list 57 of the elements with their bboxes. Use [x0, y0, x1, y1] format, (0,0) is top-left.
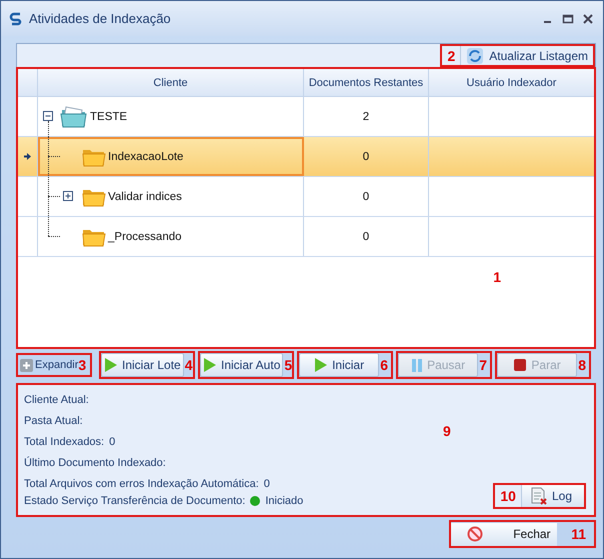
- table-cell: 0: [362, 150, 370, 162]
- table-cell: 0: [362, 190, 370, 202]
- play-icon: [104, 357, 118, 373]
- callout-number: 4: [184, 357, 194, 373]
- field-label: Último Documento Indexado:: [24, 456, 166, 468]
- table-cell: 2: [362, 110, 370, 122]
- callout-number: 8: [577, 357, 587, 373]
- action-button[interactable]: Iniciar: [299, 353, 380, 377]
- expand-icon[interactable]: [63, 191, 73, 201]
- callout-number: 2: [446, 48, 456, 64]
- field-label: Pasta Atual:: [24, 414, 83, 426]
- table-cell: 0: [362, 230, 370, 242]
- plus-icon: [20, 358, 33, 372]
- callout-number: 9: [442, 423, 452, 439]
- folder-name: _Processando: [108, 230, 182, 242]
- field-value: 0: [109, 436, 116, 448]
- callout-number: 11: [570, 526, 587, 542]
- callout-number: 5: [283, 357, 294, 373]
- table-row[interactable]: Validar indices 0: [18, 177, 594, 217]
- callout-number: 3: [78, 357, 88, 373]
- callout-number: 10: [499, 488, 517, 504]
- log-document-icon: [530, 487, 548, 505]
- log-button[interactable]: Log: [520, 485, 584, 507]
- pause-icon: [411, 358, 424, 372]
- field-label: Total Indexados:: [24, 436, 104, 448]
- table-row[interactable]: _Processando 0: [18, 217, 594, 257]
- folder-icon: [60, 106, 88, 128]
- play-icon: [314, 357, 328, 373]
- field-label: Cliente Atual:: [24, 394, 89, 406]
- folder-name: TESTE: [90, 110, 128, 122]
- field-value: Iniciado: [265, 494, 304, 506]
- action-button[interactable]: Iniciar Auto: [200, 353, 284, 377]
- refresh-icon: [466, 46, 484, 64]
- field-label: Estado Serviço Transferência de Documento:: [24, 494, 246, 506]
- prohibited-icon: [467, 526, 484, 542]
- app-logo-icon: [9, 12, 23, 26]
- callout-number: 6: [379, 357, 389, 373]
- column-header[interactable]: Cliente: [153, 76, 188, 88]
- column-header[interactable]: Documentos Restantes: [308, 76, 424, 88]
- window-title: Atividades de Indexação: [29, 11, 172, 26]
- field-label: Total Arquivos com erros Indexação Automática:: [24, 478, 259, 490]
- row-pointer-icon: [24, 152, 31, 161]
- folder-name: IndexacaoLote: [108, 150, 184, 162]
- table-row[interactable]: IndexacaoLote 0: [18, 137, 594, 177]
- close-icon[interactable]: [581, 12, 595, 26]
- column-header[interactable]: Usuário Indexador: [466, 76, 556, 88]
- refresh-button[interactable]: Atualizar Listagem: [460, 46, 593, 65]
- expand-button[interactable]: Expandir: [18, 358, 78, 372]
- folder-name: Validar indices: [108, 190, 182, 202]
- collapse-icon[interactable]: [43, 111, 53, 121]
- callout-number: 1: [492, 269, 502, 285]
- action-button[interactable]: Iniciar Lote: [101, 353, 184, 377]
- play-icon: [203, 357, 217, 373]
- callout-number: 7: [478, 357, 488, 373]
- field-value: 0: [264, 478, 270, 490]
- stop-icon: [513, 358, 528, 372]
- close-button[interactable]: Fechar: [451, 522, 558, 546]
